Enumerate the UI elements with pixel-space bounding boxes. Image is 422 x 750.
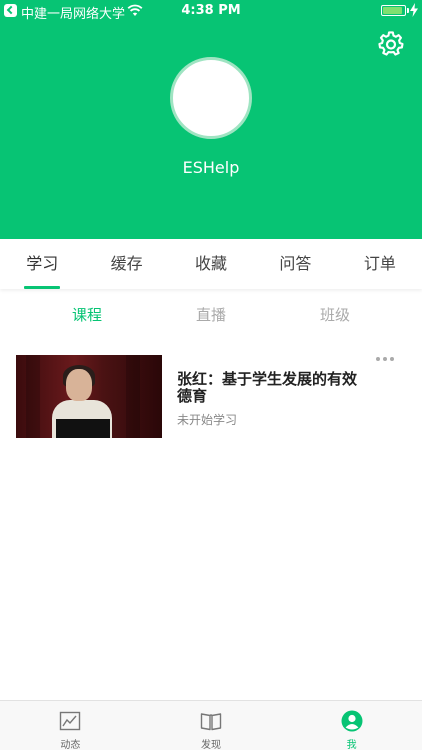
- thumb-curtain: [126, 355, 140, 438]
- nav-activity-label: 动态: [60, 740, 81, 750]
- more-dot: [376, 357, 380, 361]
- course-title[interactable]: 张红：基于学生发展的有效德育: [177, 371, 367, 405]
- thumb-lectern: [56, 419, 110, 438]
- nav-me-label: 我: [346, 740, 357, 750]
- book-icon: [200, 713, 222, 731]
- status-bar: 中建一局网络大学 4:38 PM: [0, 0, 422, 22]
- thumb-speaker-head: [66, 369, 92, 401]
- sub-tab-bar: 课程 直播 班级: [0, 300, 422, 330]
- nav-me[interactable]: 我: [281, 701, 422, 750]
- activity-chart-icon: [60, 711, 81, 731]
- username: ESHelp: [182, 158, 240, 177]
- course-status: 未开始学习: [177, 413, 238, 427]
- tab-study[interactable]: 学习: [0, 239, 84, 289]
- tab-qa[interactable]: 问答: [253, 239, 337, 289]
- nav-discover[interactable]: 发现: [141, 701, 282, 750]
- avatar[interactable]: [170, 57, 252, 139]
- tab-cache[interactable]: 缓存: [84, 239, 168, 289]
- battery-level: [383, 7, 402, 14]
- nav-activity[interactable]: 动态: [0, 701, 141, 750]
- profile-page: 中建一局网络大学 4:38 PM ESHelp 学习 缓存 收藏 问答 订单 课…: [0, 0, 422, 750]
- course-thumbnail[interactable]: [16, 355, 162, 438]
- subtab-courses[interactable]: 课程: [25, 300, 149, 330]
- tab-favorites[interactable]: 收藏: [169, 239, 253, 289]
- tab-orders[interactable]: 订单: [338, 239, 422, 289]
- status-time: 4:38 PM: [181, 3, 241, 18]
- more-dot: [390, 357, 394, 361]
- gear-icon[interactable]: [378, 31, 404, 57]
- main-tab-bar: 学习 缓存 收藏 问答 订单: [0, 239, 422, 289]
- course-list-item[interactable]: 张红：基于学生发展的有效德育 未开始学习: [0, 355, 422, 439]
- user-icon: [341, 710, 363, 732]
- subtab-live[interactable]: 直播: [149, 300, 273, 330]
- subtab-classes[interactable]: 班级: [273, 300, 397, 330]
- more-dot: [383, 357, 387, 361]
- nav-discover-label: 发现: [201, 740, 221, 750]
- profile-header: 中建一局网络大学 4:38 PM ESHelp: [0, 0, 422, 239]
- bottom-nav-bar: 动态 发现 我: [0, 700, 422, 750]
- battery-icon: [381, 5, 406, 16]
- charging-bolt-icon: [410, 3, 418, 17]
- thumb-curtain: [26, 355, 40, 438]
- battery-tip: [407, 8, 409, 13]
- more-options-icon[interactable]: [376, 355, 396, 363]
